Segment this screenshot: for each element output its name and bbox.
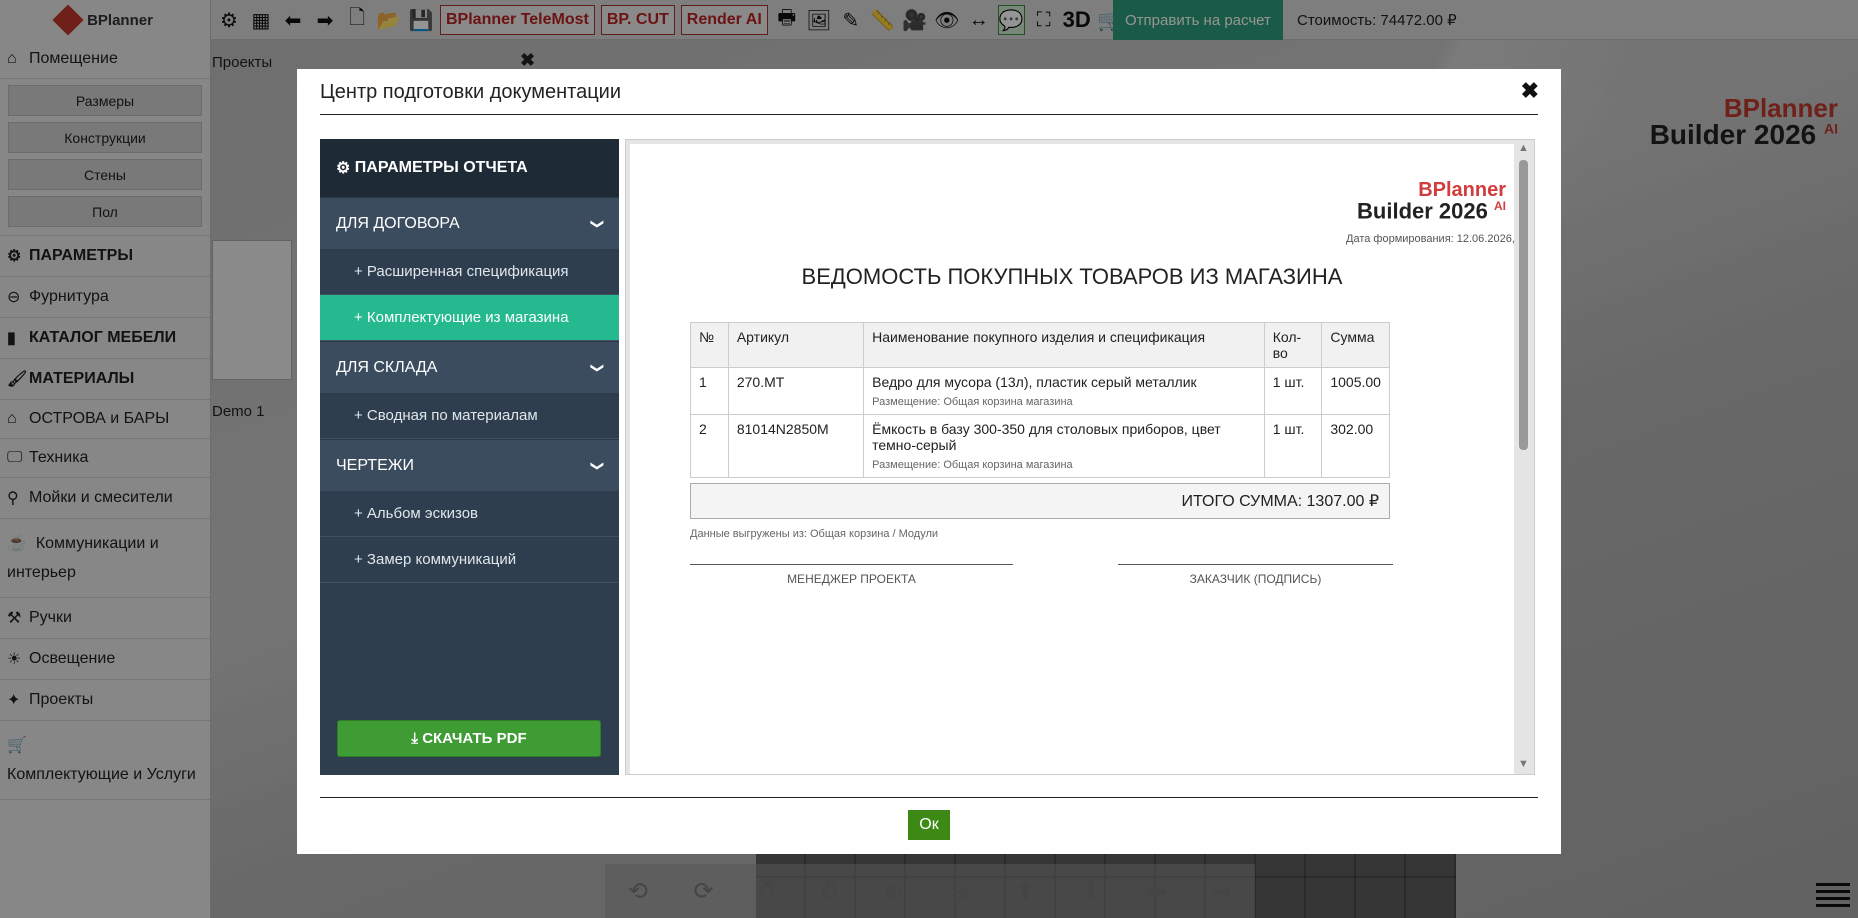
document-preview[interactable]: BPlanner Builder 2026 AI Дата формирован… [625, 139, 1535, 775]
row-placement: Размещение: Общая корзина магазина [872, 396, 1073, 408]
row-name: Ведро для мусора (13л), пластик серый ме… [872, 374, 1197, 390]
data-source-note: Данные выгружены из: Общая корзина / Мод… [690, 528, 939, 540]
column-header: Наименование покупного изделия и специфи… [863, 322, 1265, 368]
divider [320, 114, 1538, 115]
row-qty: 1 шт. [1263, 367, 1323, 415]
divider [320, 797, 1538, 798]
document-logo: BPlanner Builder 2026 AI [1357, 179, 1506, 224]
preview-scrollbar[interactable]: ▲ ▼ [1516, 140, 1530, 774]
signature-manager: МЕНЕДЖЕР ПРОЕКТА [690, 564, 1013, 586]
document-date: Дата формирования: 12.06.2026, 10 [1346, 233, 1516, 245]
row-placement: Размещение: Общая корзина магазина [872, 459, 1073, 471]
row-article: 81014N2850M [727, 414, 865, 478]
section-warehouse[interactable]: ДЛЯ СКЛАДА ❯ [320, 341, 619, 393]
row-sum: 1005.00 [1321, 367, 1390, 415]
chevron-down-icon: ❯ [590, 218, 606, 229]
row-name-cell: Ёмкость в базу 300-350 для столовых приб… [863, 414, 1265, 478]
total-sum: ИТОГО СУММА: 1307.00 ₽ [690, 483, 1390, 519]
scroll-thumb[interactable] [1519, 160, 1528, 450]
row-qty: 1 шт. [1263, 414, 1323, 478]
scroll-down-icon[interactable]: ▼ [1518, 758, 1529, 770]
section-drawings[interactable]: ЧЕРТЕЖИ ❯ [320, 439, 619, 491]
row-sum: 302.00 [1321, 414, 1390, 478]
section-contract[interactable]: ДЛЯ ДОГОВОРА ❯ [320, 197, 619, 249]
row-name-cell: Ведро для мусора (13л), пластик серый ме… [863, 367, 1265, 415]
report-item[interactable]: + Альбом эскизов [320, 491, 619, 537]
scroll-up-icon[interactable]: ▲ [1518, 142, 1529, 154]
gear-icon: ⚙ [336, 160, 351, 177]
chevron-down-icon: ❯ [590, 362, 606, 373]
document-page: BPlanner Builder 2026 AI Дата формирован… [630, 144, 1516, 774]
download-pdf-button[interactable]: ⤓ СКАЧАТЬ PDF [337, 720, 601, 757]
report-item[interactable]: + Сводная по материалам [320, 393, 619, 439]
report-item[interactable]: + Комплектующие из магазина [320, 295, 619, 341]
chevron-down-icon: ❯ [590, 460, 606, 471]
column-header: № [690, 322, 729, 368]
column-header: Сумма [1321, 322, 1390, 368]
table-row: 2 81014N2850M Ёмкость в базу 300-350 для с… [690, 414, 1390, 478]
column-header: Артикул [727, 322, 865, 368]
ok-button[interactable]: Ок [908, 810, 950, 840]
row-number: 1 [690, 367, 729, 415]
section-title: ДЛЯ СКЛАДА [336, 358, 438, 376]
params-header: ⚙ ПАРАМЕТРЫ ОТЧЕТА [320, 139, 619, 197]
signature-customer: ЗАКАЗЧИК (ПОДПИСЬ) [1118, 564, 1393, 586]
report-item[interactable]: + Расширенная спецификация [320, 249, 619, 295]
documentation-modal: Центр подготовки документации ✖ ⚙ ПАРАМЕ… [297, 69, 1561, 854]
report-parameters-panel: ⚙ ПАРАМЕТРЫ ОТЧЕТА ДЛЯ ДОГОВОРА ❯ + Расшир… [320, 139, 619, 775]
modal-title: Центр подготовки документации [320, 81, 622, 103]
section-title: ЧЕРТЕЖИ [336, 456, 415, 474]
row-article: 270.MT [727, 367, 865, 415]
column-header: Кол-во [1263, 322, 1323, 368]
report-item[interactable]: + Замер коммуникаций [320, 537, 619, 583]
document-title: ВЕДОМОСТЬ ПОКУПНЫХ ТОВАРОВ ИЗ МАГАЗИНА [801, 264, 1343, 289]
row-name: Ёмкость в базу 300-350 для столовых приб… [872, 421, 1221, 453]
items-table: № Артикул Наименование покупного изделия и… [690, 322, 1390, 478]
section-title: ДЛЯ ДОГОВОРА [336, 214, 460, 232]
download-icon: ⤓ [411, 730, 419, 747]
row-number: 2 [690, 414, 729, 478]
table-row: 1 270.MT Ведро для мусора (13л), пластик с… [690, 367, 1390, 415]
modal-close-icon[interactable]: ✖ [1521, 78, 1539, 104]
